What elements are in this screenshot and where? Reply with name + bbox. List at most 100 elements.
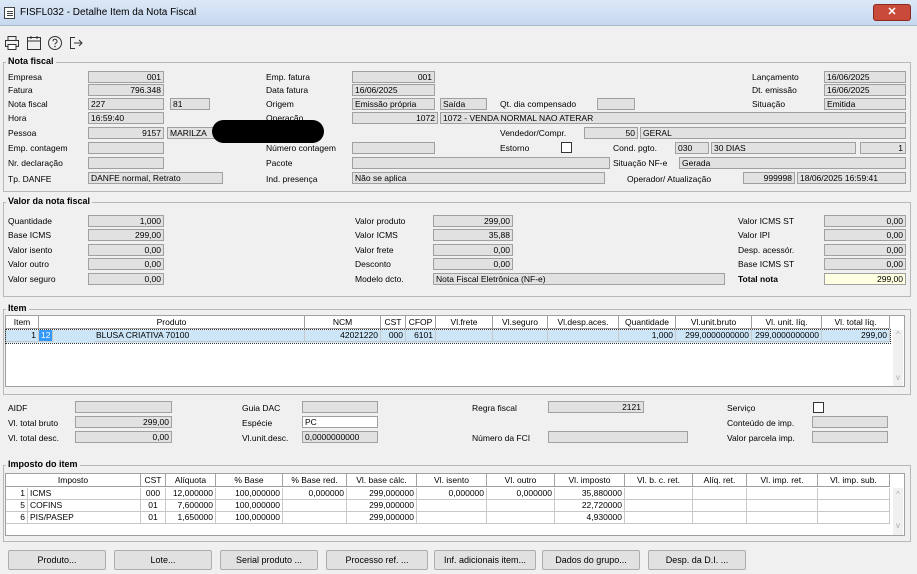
imposto-col-header[interactable]: Alíq. ret. (693, 474, 747, 487)
table-row[interactable]: 1 ICMS 000 12,000000 100,000000 0,000000 299,0… (6, 488, 890, 500)
operador-data-field[interactable]: 18/06/2025 16:59:41 (797, 172, 906, 184)
imposto-col-header[interactable]: Vl. base cálc. (347, 474, 417, 487)
dt-emissao-field[interactable]: 16/06/2025 (824, 84, 906, 96)
item-col-header[interactable]: NCM (305, 316, 381, 329)
vl-total-desc-field[interactable]: 0,00 (75, 431, 172, 443)
ind-presenca-field[interactable]: Não se aplica (352, 172, 605, 184)
print-icon[interactable] (4, 35, 20, 51)
qt-dia-field[interactable] (597, 98, 635, 110)
table-row[interactable]: 1 12 BLUSA CRIATIVA 70100 42021220 000 6… (5, 329, 891, 344)
emp-fatura-field[interactable]: 001 (352, 71, 435, 83)
imposto-col-header[interactable]: Vl. imp. ret. (747, 474, 818, 487)
imposto-col-header[interactable]: Alíquota (166, 474, 216, 487)
nota-fiscal-field[interactable]: 227 (88, 98, 164, 110)
guia-dac-field[interactable] (302, 401, 378, 413)
serial-produto-button[interactable]: Serial produto ... (220, 550, 318, 570)
cond-pgto-code-field[interactable]: 030 (675, 142, 709, 154)
emp-contagem-field[interactable] (88, 142, 164, 154)
nr-declaracao-field[interactable] (88, 157, 164, 169)
lote-button[interactable]: Lote... (114, 550, 212, 570)
servico-checkbox[interactable] (813, 402, 824, 413)
vl-unit-desc-field[interactable]: 0,0000000000 (302, 431, 378, 443)
item-table[interactable]: Item Produto NCM CST CFOP Vl.frete Vl.se… (5, 315, 905, 387)
aidf-field[interactable] (75, 401, 172, 413)
data-fatura-field[interactable]: 16/06/2025 (352, 84, 435, 96)
valor-parcela-field[interactable] (812, 431, 888, 443)
close-button[interactable]: ✕ (873, 4, 911, 21)
fatura-field[interactable]: 796.348 (88, 84, 164, 96)
cond-pgto-count-field[interactable]: 1 (860, 142, 906, 154)
desp-acessor-field[interactable]: 0,00 (824, 244, 906, 256)
valor-outro-field[interactable]: 0,00 (88, 258, 164, 270)
ipi-field[interactable]: 0,00 (824, 229, 906, 241)
total-nota-field[interactable]: 299,00 (824, 273, 906, 285)
lancamento-field[interactable]: 16/06/2025 (824, 71, 906, 83)
item-col-header[interactable]: Quantidade (619, 316, 676, 329)
situacao-field[interactable]: Emitida (824, 98, 906, 110)
conteudo-imp-field[interactable] (812, 416, 888, 428)
desconto-field[interactable]: 0,00 (433, 258, 513, 270)
item-col-header[interactable]: Vl.unit.bruto (676, 316, 752, 329)
numero-contagem-field[interactable] (352, 142, 435, 154)
item-col-header[interactable]: CFOP (406, 316, 436, 329)
operacao-field[interactable]: 1072 - VENDA NORMAL NAO ATERAR (440, 112, 906, 124)
pacote-field[interactable] (352, 157, 610, 169)
valor-seguro-field[interactable]: 0,00 (88, 273, 164, 285)
imposto-col-header[interactable]: Vl. imposto (555, 474, 625, 487)
exit-icon[interactable] (68, 35, 84, 51)
dados-grupo-button[interactable]: Dados do grupo... (542, 550, 640, 570)
especie-field[interactable]: PC (302, 416, 378, 428)
imposto-col-header[interactable]: Vl. outro (487, 474, 555, 487)
inf-adicionais-button[interactable]: Inf. adicionais item... (434, 550, 536, 570)
base-icms-st-field[interactable]: 0,00 (824, 258, 906, 270)
table-row[interactable]: 5 COFINS 01 7,600000 100,000000 299,000000 22,… (6, 500, 890, 512)
pessoa-code-field[interactable]: 9157 (88, 127, 164, 139)
help-icon[interactable] (47, 35, 63, 51)
valor-icms-field[interactable]: 35,88 (433, 229, 513, 241)
estorno-checkbox[interactable] (561, 142, 572, 153)
scroll-down-icon[interactable]: v (893, 521, 903, 530)
item-col-header[interactable]: Vl. unit. líq. (752, 316, 822, 329)
valor-frete-field[interactable]: 0,00 (433, 244, 513, 256)
imposto-col-header[interactable]: Imposto (6, 474, 141, 487)
item-col-header[interactable]: Vl.frete (436, 316, 493, 329)
tp-danfe-field[interactable]: DANFE normal, Retrato (88, 172, 223, 184)
item-col-header[interactable]: Item (6, 316, 39, 329)
vl-total-bruto-field[interactable]: 299,00 (75, 416, 172, 428)
cond-pgto-field[interactable]: 30 DIAS (711, 142, 856, 154)
regra-fiscal-field[interactable]: 2121 (548, 401, 644, 413)
desp-di-button[interactable]: Desp. da D.I. ... (648, 550, 746, 570)
vendedor-code-field[interactable]: 50 (584, 127, 638, 139)
imposto-table[interactable]: Imposto CST Alíquota % Base % Base red. … (5, 473, 905, 536)
item-col-header[interactable]: Produto (39, 316, 305, 329)
modelo-field[interactable]: Nota Fiscal Eletrônica (NF-e) (433, 273, 725, 285)
processo-ref-button[interactable]: Processo ref. ... (326, 550, 428, 570)
imposto-col-header[interactable]: % Base (216, 474, 283, 487)
vendedor-field[interactable]: GERAL (640, 127, 906, 139)
operador-field[interactable]: 999998 (743, 172, 795, 184)
valor-produto-field[interactable]: 299,00 (433, 215, 513, 227)
origem-field[interactable]: Emissão própria (352, 98, 435, 110)
calendar-icon[interactable] (26, 35, 42, 51)
item-col-header[interactable]: CST (381, 316, 406, 329)
item-col-header[interactable]: Vl.seguro (493, 316, 548, 329)
produto-button[interactable]: Produto... (8, 550, 106, 570)
valor-isento-field[interactable]: 0,00 (88, 244, 164, 256)
imposto-col-header[interactable]: Vl. isento (417, 474, 487, 487)
base-icms-field[interactable]: 299,00 (88, 229, 164, 241)
imposto-col-header[interactable]: Vl. b. c. ret. (625, 474, 693, 487)
item-col-header[interactable]: Vl. total líq. (822, 316, 890, 329)
serie-field[interactable]: 81 (170, 98, 210, 110)
empresa-field[interactable]: 001 (88, 71, 164, 83)
scroll-up-icon[interactable]: ^ (893, 330, 903, 339)
imposto-col-header[interactable]: CST (141, 474, 166, 487)
scroll-up-icon[interactable]: ^ (893, 490, 903, 499)
icms-st-field[interactable]: 0,00 (824, 215, 906, 227)
item-col-header[interactable]: Vl.desp.aces. (548, 316, 619, 329)
quantidade-field[interactable]: 1,000 (88, 215, 164, 227)
imposto-col-header[interactable]: % Base red. (283, 474, 347, 487)
scroll-down-icon[interactable]: v (893, 373, 903, 382)
table-row[interactable]: 6 PIS/PASEP 01 1,650000 100,000000 299,000000… (6, 512, 890, 524)
situacao-nfe-field[interactable]: Gerada (679, 157, 906, 169)
imposto-col-header[interactable]: Vl. imp. sub. (818, 474, 890, 487)
